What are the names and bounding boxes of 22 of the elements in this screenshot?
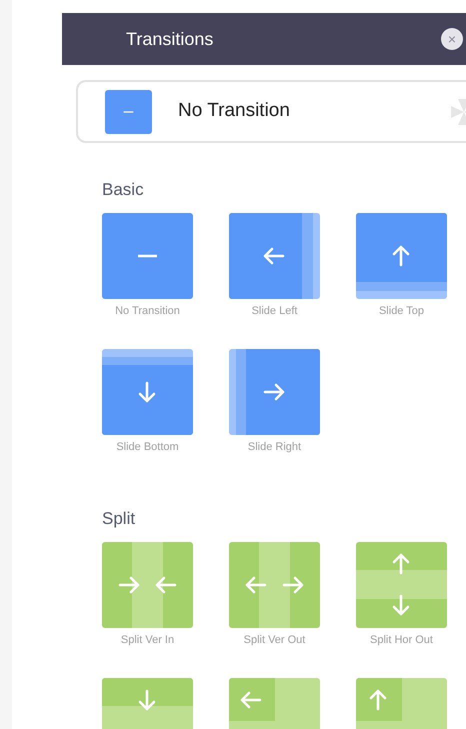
current-transition-label: No Transition — [178, 99, 291, 124]
transition-label: Split Ver In — [120, 633, 174, 648]
transition-tile[interactable] — [102, 349, 193, 435]
transition-tile[interactable] — [102, 542, 193, 628]
transition-label: No Transition — [115, 304, 180, 319]
transition-label: Slide Bottom — [116, 440, 179, 455]
transition-label: Split Hor Out — [370, 633, 433, 648]
transition-thumbnail-drawing — [105, 90, 152, 134]
transition-tile[interactable] — [102, 213, 193, 299]
panel-title: Transitions — [126, 28, 214, 50]
transition-tile[interactable] — [356, 542, 447, 628]
section-heading: Basic — [102, 179, 145, 201]
section-heading: Split — [102, 508, 136, 530]
transition-label: Slide Left — [252, 304, 298, 319]
transition-label: Split Ver Out — [244, 633, 306, 648]
current-transition-field[interactable]: No Transition — [76, 80, 466, 143]
transition-tile[interactable] — [229, 349, 320, 435]
transition-tile[interactable] — [229, 542, 320, 628]
transition-label: Slide Top — [378, 304, 424, 319]
transition-tile[interactable] — [229, 213, 320, 299]
transition-tile[interactable] — [356, 213, 447, 299]
transition-label: Slide Right — [248, 440, 302, 455]
